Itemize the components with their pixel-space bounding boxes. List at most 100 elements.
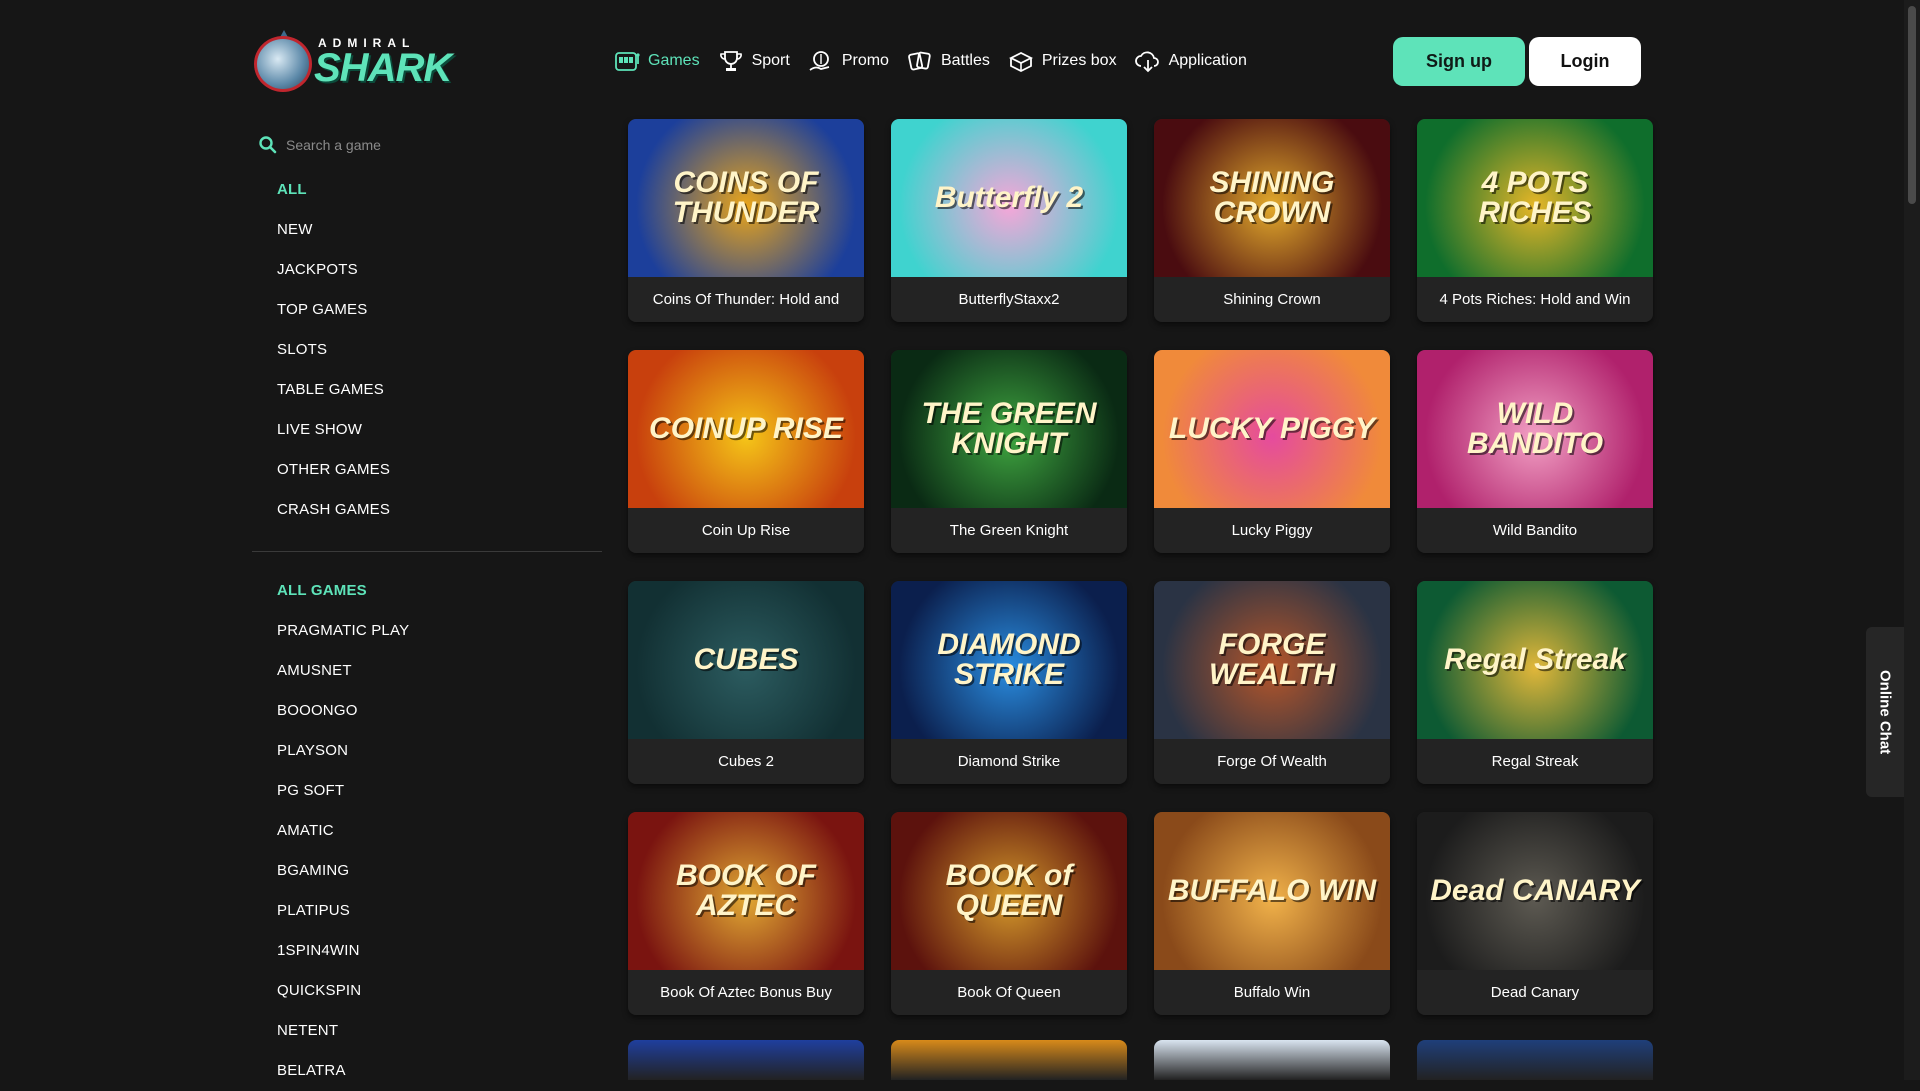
game-card[interactable]: CUBES Cubes 2 [628, 581, 864, 784]
game-title: Wild Bandito [1492, 522, 1578, 539]
game-card-partial[interactable] [891, 1040, 1127, 1080]
game-card[interactable]: BOOK of QUEEN Book Of Queen [891, 812, 1127, 1015]
game-card[interactable]: Dead CANARY Dead Canary [1417, 812, 1653, 1015]
provider-belatra[interactable]: BELATRA [277, 1051, 409, 1091]
game-card-partial[interactable] [628, 1040, 864, 1080]
game-card[interactable]: THE GREEN KNIGHT The Green Knight [891, 350, 1127, 553]
category-table-games[interactable]: TABLE GAMES [277, 370, 390, 410]
game-thumbnail[interactable]: 4 POTS RICHES [1417, 119, 1653, 277]
game-logo-art: THE GREEN KNIGHT [921, 397, 1097, 460]
game-card[interactable]: BOOK OF AZTEC Book Of Aztec Bonus Buy [628, 812, 864, 1015]
game-thumbnail[interactable]: THE GREEN KNIGHT [891, 350, 1127, 508]
page-scrollbar[interactable] [1904, 0, 1920, 1080]
provider-amusnet[interactable]: AMUSNET [277, 651, 409, 691]
provider-quickspin[interactable]: QUICKSPIN [277, 971, 409, 1011]
game-thumbnail[interactable]: FORGE WEALTH [1154, 581, 1390, 739]
game-card[interactable]: SHINING CROWN Shining Crown [1154, 119, 1390, 322]
game-thumbnail[interactable]: SHINING CROWN [1154, 119, 1390, 277]
game-logo-art: BOOK of QUEEN [945, 859, 1073, 922]
game-card[interactable]: Regal Streak Regal Streak [1417, 581, 1653, 784]
search-bar[interactable] [258, 130, 588, 160]
gift-hand-icon [806, 48, 836, 74]
sidebar-divider [252, 551, 602, 552]
trophy-icon [716, 48, 746, 74]
nav-item-games[interactable]: Games [612, 48, 700, 74]
game-title: Shining Crown [1223, 291, 1321, 308]
game-thumbnail[interactable]: DIAMOND STRIKE [891, 581, 1127, 739]
nav-item-application[interactable]: Application [1133, 48, 1247, 74]
provider-platipus[interactable]: PLATIPUS [277, 891, 409, 931]
game-card[interactable]: WILD BANDITO Wild Bandito [1417, 350, 1653, 553]
game-logo-art: BUFFALO WIN [1167, 874, 1377, 907]
category-live-show[interactable]: LIVE SHOW [277, 410, 390, 450]
game-logo-art: FORGE WEALTH [1208, 628, 1336, 691]
provider-1spin4win[interactable]: 1SPIN4WIN [277, 931, 409, 971]
provider-amatic[interactable]: AMATIC [277, 811, 409, 851]
game-card[interactable]: COINS OF THUNDER Coins Of Thunder: Hold a… [628, 119, 864, 322]
game-title: 4 Pots Riches: Hold and Win [1439, 291, 1631, 308]
game-logo-art: Butterfly 2 [934, 181, 1084, 214]
shark-mascot-icon [254, 36, 312, 92]
provider-playson[interactable]: PLAYSON [277, 731, 409, 771]
game-thumbnail[interactable]: LUCKY PIGGY [1154, 350, 1390, 508]
nav-item-label: Sport [751, 52, 790, 69]
online-chat-tab[interactable]: Online Chat [1866, 627, 1904, 797]
game-card[interactable]: Butterfly 2 ButterflyStaxx2 [891, 119, 1127, 322]
provider-pragmatic-play[interactable]: PRAGMATIC PLAY [277, 611, 409, 651]
scrollbar-thumb[interactable] [1908, 6, 1916, 204]
game-thumbnail[interactable]: BOOK of QUEEN [891, 812, 1127, 970]
game-card-partial[interactable] [1417, 1040, 1653, 1080]
category-other-games[interactable]: OTHER GAMES [277, 450, 390, 490]
game-thumbnail[interactable]: BOOK OF AZTEC [628, 812, 864, 970]
site-logo[interactable]: ADMIRAL SHARK [250, 30, 452, 94]
game-thumbnail[interactable]: Regal Streak [1417, 581, 1653, 739]
game-thumbnail[interactable]: CUBES [628, 581, 864, 739]
category-crash-games[interactable]: CRASH GAMES [277, 490, 390, 530]
game-thumbnail[interactable]: COINS OF THUNDER [628, 119, 864, 277]
category-slots[interactable]: SLOTS [277, 330, 390, 370]
game-card-partial[interactable] [1154, 1040, 1390, 1080]
game-card[interactable]: FORGE WEALTH Forge Of Wealth [1154, 581, 1390, 784]
login-button[interactable]: Login [1529, 37, 1641, 86]
game-logo-art: SHINING CROWN [1209, 166, 1335, 229]
game-thumbnail[interactable]: COINUP RISE [628, 350, 864, 508]
game-logo-art: COINS OF THUNDER [672, 166, 820, 229]
search-input[interactable] [284, 136, 568, 154]
game-title: Book Of Queen [957, 984, 1061, 1001]
category-all[interactable]: ALL [277, 170, 390, 210]
game-logo-art: WILD BANDITO [1466, 397, 1604, 460]
game-thumbnail[interactable]: BUFFALO WIN [1154, 812, 1390, 970]
category-new[interactable]: NEW [277, 210, 390, 250]
game-thumbnail[interactable]: Dead CANARY [1417, 812, 1653, 970]
game-title: Coin Up Rise [701, 522, 791, 539]
games-grid: COINS OF THUNDER Coins Of Thunder: Hold a… [628, 119, 1653, 1015]
signup-button[interactable]: Sign up [1393, 37, 1525, 86]
provider-booongo[interactable]: BOOONGO [277, 691, 409, 731]
game-logo-art: Dead CANARY [1430, 874, 1640, 907]
category-top-games[interactable]: TOP GAMES [277, 290, 390, 330]
game-thumbnail[interactable]: Butterfly 2 [891, 119, 1127, 277]
provider-bgaming[interactable]: BGAMING [277, 851, 409, 891]
game-card[interactable]: COINUP RISE Coin Up Rise [628, 350, 864, 553]
provider-pg-soft[interactable]: PG SOFT [277, 771, 409, 811]
game-card[interactable]: DIAMOND STRIKE Diamond Strike [891, 581, 1127, 784]
nav-item-sport[interactable]: Sport [716, 48, 790, 74]
game-card[interactable]: LUCKY PIGGY Lucky Piggy [1154, 350, 1390, 553]
nav-item-promo[interactable]: Promo [806, 48, 889, 74]
game-logo-art: DIAMOND STRIKE [937, 628, 1081, 691]
nav-item-label: Battles [940, 52, 990, 69]
nav-item-prizes-box[interactable]: Prizes box [1006, 48, 1117, 74]
game-title: Lucky Piggy [1231, 522, 1313, 539]
game-card[interactable]: BUFFALO WIN Buffalo Win [1154, 812, 1390, 1015]
game-thumbnail[interactable]: WILD BANDITO [1417, 350, 1653, 508]
nav-item-label: Promo [841, 52, 889, 69]
game-title: Coins Of Thunder: Hold and [652, 291, 840, 308]
provider-netent[interactable]: NETENT [277, 1011, 409, 1051]
nav-item-battles[interactable]: Battles [905, 48, 990, 74]
provider-all-games[interactable]: ALL GAMES [277, 571, 409, 611]
game-title: Regal Streak [1491, 753, 1579, 770]
category-jackpots[interactable]: JACKPOTS [277, 250, 390, 290]
game-card[interactable]: 4 POTS RICHES 4 Pots Riches: Hold and Win [1417, 119, 1653, 322]
game-title: Cubes 2 [718, 753, 774, 770]
prize-box-icon [1006, 48, 1036, 74]
